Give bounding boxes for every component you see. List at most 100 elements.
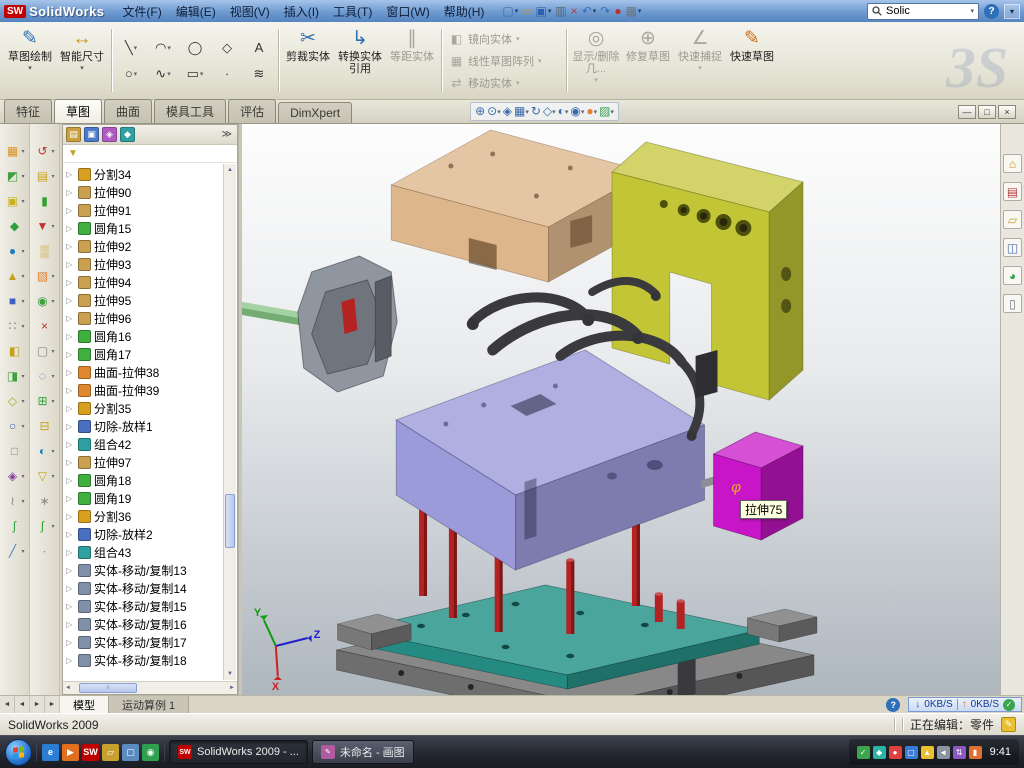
flyout-arrow-icon[interactable]: ▾ xyxy=(21,248,24,255)
flyout-arrow-icon[interactable]: ▾ xyxy=(21,498,24,505)
feature-tree-item[interactable]: ▷分割36 xyxy=(66,507,221,525)
tan-top-plate[interactable] xyxy=(391,130,648,282)
flyout-arrow-icon[interactable]: ▾ xyxy=(51,148,54,155)
dropdown-arrow-icon[interactable]: ▾ xyxy=(611,108,615,116)
panel-overflow-icon[interactable]: ≫ xyxy=(222,129,234,140)
ribbon-button[interactable]: ↔智能尺寸▾ xyxy=(56,24,108,97)
delete-icon[interactable]: × xyxy=(569,2,580,20)
flyout-arrow-icon[interactable]: ▾ xyxy=(51,223,54,230)
minimize-button[interactable]: — xyxy=(958,105,976,119)
flyout-arrow-icon[interactable]: ▾ xyxy=(51,398,54,405)
magenta-insert-block[interactable]: φ xyxy=(714,432,804,540)
menu-item[interactable]: 插入(I) xyxy=(277,1,326,22)
tool-flyout-button[interactable]: □ xyxy=(7,439,23,463)
print-icon[interactable]: ▥ xyxy=(553,2,568,20)
doc-nav-button[interactable]: ◄ xyxy=(15,696,30,713)
previous-view-icon[interactable]: ◈ xyxy=(503,104,512,119)
tool-flyout-button[interactable]: ∗ xyxy=(37,489,53,513)
polygon-tool[interactable]: ◇ xyxy=(211,35,243,61)
appearances-icon[interactable]: ◕ xyxy=(1003,266,1022,285)
expand-arrow-icon[interactable]: ▷ xyxy=(66,476,75,485)
menu-item[interactable]: 工具(T) xyxy=(326,1,379,22)
flyout-arrow-icon[interactable]: ▾ xyxy=(21,423,24,430)
tool-flyout-button[interactable]: ▽▾ xyxy=(34,464,54,488)
undo-icon[interactable]: ↶▾ xyxy=(580,2,599,20)
folder-icon[interactable]: ▱ xyxy=(102,744,119,761)
expand-arrow-icon[interactable]: ▷ xyxy=(66,566,75,575)
dropdown-arrow-icon[interactable]: ▾ xyxy=(594,108,598,116)
menu-item[interactable]: 视图(V) xyxy=(223,1,277,22)
chat-icon[interactable]: ◆ xyxy=(873,746,886,759)
tool-flyout-button[interactable]: ▧▾ xyxy=(34,264,54,288)
dropdown-arrow-icon[interactable]: ▾ xyxy=(548,7,552,15)
dropdown-arrow-icon[interactable]: ▾ xyxy=(552,108,556,116)
dropdown-arrow-icon[interactable]: ▾ xyxy=(497,108,501,116)
circle-tool[interactable]: ○▾ xyxy=(115,61,147,87)
tool-flyout-button[interactable]: × xyxy=(37,314,53,338)
spline-tool[interactable]: ∿▾ xyxy=(147,61,179,87)
expand-arrow-icon[interactable]: ▷ xyxy=(66,512,75,521)
ie-icon[interactable]: e xyxy=(42,744,59,761)
feature-tree-item[interactable]: ▷实体-移动/复制18 xyxy=(66,651,221,669)
dropdown-arrow-icon[interactable]: ▾ xyxy=(594,76,598,84)
ribbon-button[interactable]: ✂剪裁实体 xyxy=(282,24,334,97)
expand-arrow-icon[interactable]: ▷ xyxy=(66,530,75,539)
flyout-arrow-icon[interactable]: ▾ xyxy=(51,523,54,530)
restore-button[interactable]: □ xyxy=(978,105,996,119)
tool-flyout-button[interactable]: ◉▾ xyxy=(34,289,54,313)
configurationmanager-tab-icon[interactable]: ◈ xyxy=(102,127,117,142)
expand-arrow-icon[interactable]: ▷ xyxy=(66,602,75,611)
feature-tree-item[interactable]: ▷曲面-拉伸38 xyxy=(66,363,221,381)
tool-flyout-button[interactable]: ○▾ xyxy=(4,414,24,438)
ellipse-tool[interactable]: ◯ xyxy=(179,35,211,61)
tool-flyout-button[interactable]: ◨▾ xyxy=(4,364,24,388)
feature-tree-item[interactable]: ▷圆角18 xyxy=(66,471,221,489)
feature-tree-item[interactable]: ▷分割34 xyxy=(66,165,221,183)
tool-flyout-button[interactable]: ■▾ xyxy=(4,289,24,313)
command-tab[interactable]: 特征 xyxy=(4,99,52,123)
featuremanager-tab-icon[interactable]: ▤ xyxy=(66,127,81,142)
flyout-arrow-icon[interactable]: ▾ xyxy=(21,548,24,555)
dropdown-arrow-icon[interactable]: ▾ xyxy=(698,64,702,72)
volume-icon[interactable]: ◄ xyxy=(937,746,950,759)
dropdown-arrow-icon[interactable]: ▾ xyxy=(525,108,529,116)
feature-tree-item[interactable]: ▷拉伸91 xyxy=(66,201,221,219)
taskbar-clock[interactable]: 9:41 xyxy=(990,746,1011,758)
edit-sketch-status-icon[interactable]: ✎ xyxy=(1001,717,1016,732)
doc-nav-button[interactable]: ◄ xyxy=(0,696,15,713)
ribbon-button[interactable]: ↳转换实体引用 xyxy=(334,24,386,97)
command-tab[interactable]: 评估 xyxy=(228,99,276,123)
zoom-fit-icon[interactable]: ⊕ xyxy=(475,104,485,119)
rotate-view-icon[interactable]: ↻ xyxy=(531,104,541,119)
tool-flyout-button[interactable]: ▦▾ xyxy=(4,139,24,163)
flyout-arrow-icon[interactable]: ▾ xyxy=(51,448,54,455)
expand-arrow-icon[interactable]: ▷ xyxy=(66,260,75,269)
expand-arrow-icon[interactable]: ▷ xyxy=(66,638,75,647)
scrollbar-thumb[interactable] xyxy=(225,494,235,548)
expand-arrow-icon[interactable]: ▷ xyxy=(66,620,75,629)
flyout-arrow-icon[interactable]: ▾ xyxy=(51,373,54,380)
propertymanager-tab-icon[interactable]: ▣ xyxy=(84,127,99,142)
flyout-arrow-icon[interactable]: ▾ xyxy=(21,198,24,205)
expand-arrow-icon[interactable]: ▷ xyxy=(66,188,75,197)
expand-arrow-icon[interactable]: ▷ xyxy=(66,350,75,359)
ribbon-button[interactable]: ⇄移动实体▾ xyxy=(445,72,563,94)
dropdown-arrow-icon[interactable]: ▾ xyxy=(638,7,642,15)
flyout-arrow-icon[interactable]: ▾ xyxy=(51,473,54,480)
flyout-arrow-icon[interactable]: ▾ xyxy=(21,148,24,155)
flyout-arrow-icon[interactable]: ▾ xyxy=(51,348,54,355)
media-player-icon[interactable]: ▶ xyxy=(62,744,79,761)
expand-arrow-icon[interactable]: ▷ xyxy=(66,332,75,341)
dropdown-arrow-icon[interactable]: ▾ xyxy=(593,7,597,15)
graphics-viewport[interactable]: φ Y Z X 拉伸75 xyxy=(242,124,1000,695)
options-icon[interactable]: ▦▾ xyxy=(624,2,644,20)
start-button[interactable] xyxy=(5,739,32,766)
feature-tree-item[interactable]: ▷分割35 xyxy=(66,399,221,417)
command-tab[interactable]: 模具工具 xyxy=(154,99,226,123)
doc-nav-button[interactable]: ► xyxy=(30,696,45,713)
feature-tree-item[interactable]: ▷实体-移动/复制13 xyxy=(66,561,221,579)
expand-arrow-icon[interactable]: ▷ xyxy=(66,368,75,377)
feature-tree-item[interactable]: ▷拉伸92 xyxy=(66,237,221,255)
feature-tree-item[interactable]: ▷圆角17 xyxy=(66,345,221,363)
expand-arrow-icon[interactable]: ▷ xyxy=(66,548,75,557)
